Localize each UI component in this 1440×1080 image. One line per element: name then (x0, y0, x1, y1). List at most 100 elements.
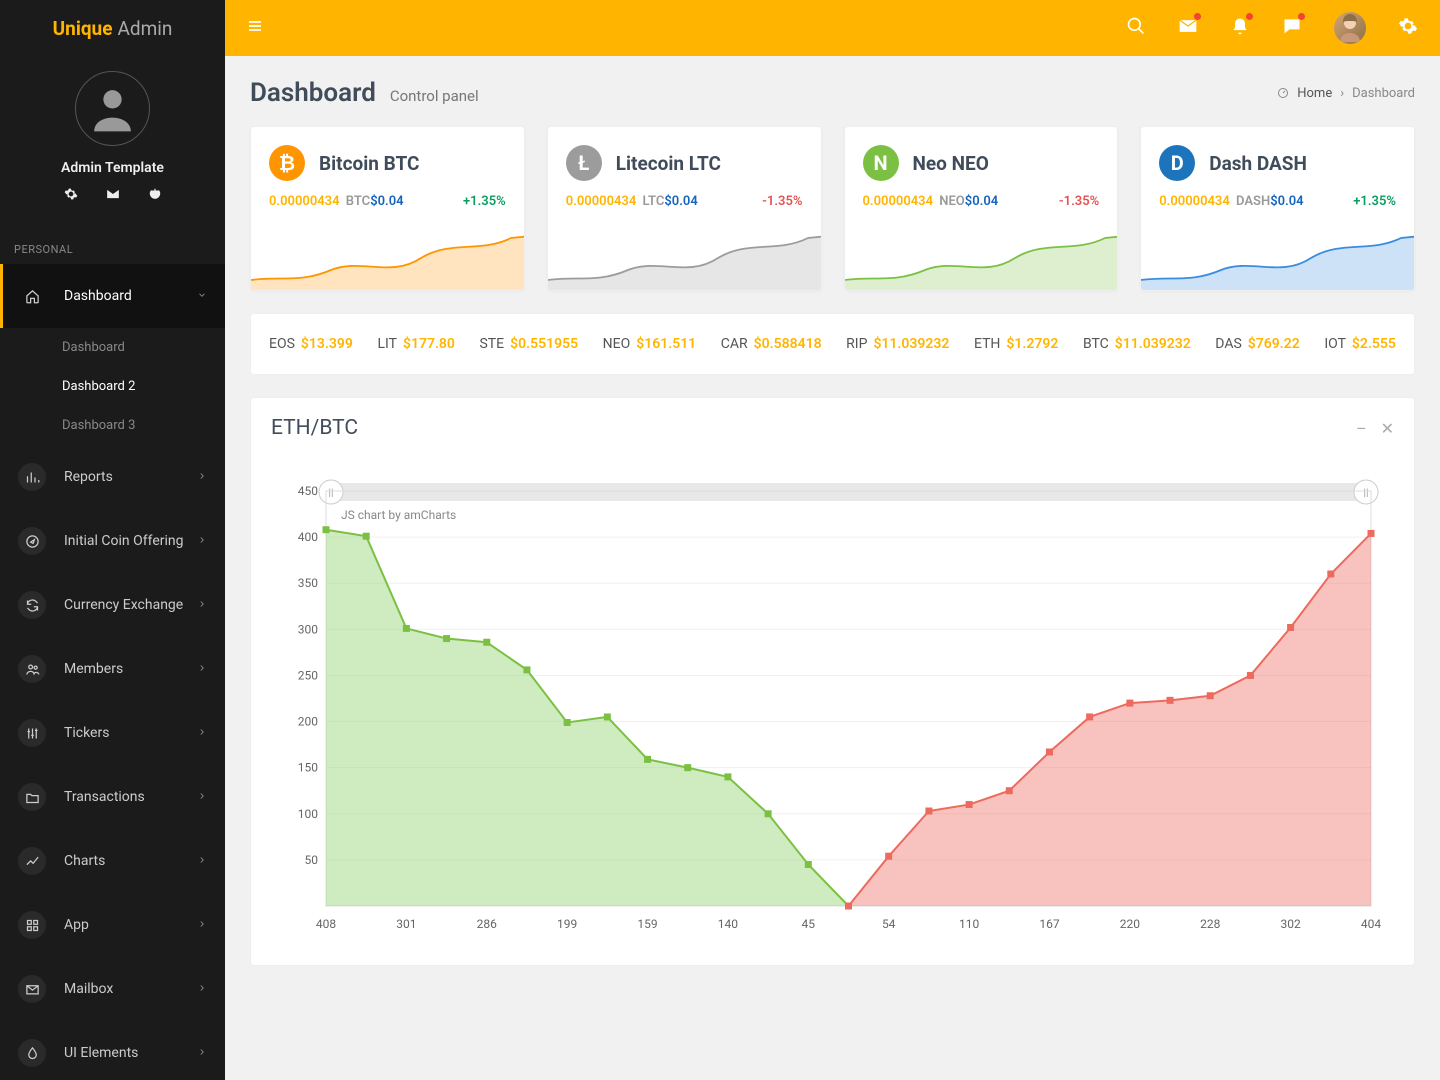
ticker-item[interactable]: EOS $13.399 (269, 336, 353, 352)
bell-icon[interactable] (1230, 16, 1250, 40)
coin-card[interactable]: ₿ Bitcoin BTC 0.00000434 BTC$0.04 +1.35% (250, 126, 525, 291)
y-tick-label: 450 (298, 484, 318, 498)
sidebar-item-label: Charts (64, 853, 105, 869)
page-subtitle: Control panel (390, 87, 479, 105)
mail-icon[interactable] (106, 186, 120, 205)
sidebar-item-app[interactable]: App (0, 893, 225, 957)
ticker-item[interactable]: ETH $1.2792 (974, 336, 1058, 352)
sidebar-item-ui-elements[interactable]: UI Elements (0, 1021, 225, 1080)
chart-marker[interactable] (1368, 530, 1375, 537)
chart-marker[interactable] (1126, 700, 1133, 707)
coin-icon: D (1159, 145, 1195, 181)
chart-scrollbar[interactable] (326, 483, 1371, 501)
dashboard-icon (1277, 87, 1289, 99)
ticker-item[interactable]: IOT $2.555 (1324, 336, 1396, 352)
brand[interactable]: Unique Admin (0, 0, 225, 56)
chart-marker[interactable] (604, 713, 611, 720)
ticker-price: $2.555 (1352, 336, 1396, 352)
sidebar-item-members[interactable]: Members (0, 637, 225, 701)
coin-card[interactable]: D Dash DASH 0.00000434 DASH$0.04 +1.35% (1140, 126, 1415, 291)
eth-btc-chart[interactable]: ||||JS chart by amCharts5010015020025030… (271, 461, 1391, 951)
coin-card[interactable]: N Neo NEO 0.00000434 NEO$0.04 -1.35% (844, 126, 1119, 291)
chart-marker[interactable] (443, 635, 450, 642)
chart-marker[interactable] (805, 861, 812, 868)
chart-marker[interactable] (363, 533, 370, 540)
sidebar-item-tickers[interactable]: Tickers (0, 701, 225, 765)
close-icon[interactable]: ✕ (1381, 419, 1394, 438)
power-icon[interactable] (148, 186, 162, 205)
chart-marker[interactable] (925, 808, 932, 815)
ticker-symbol: CAR (721, 336, 748, 352)
sidebar-subitem-dashboard-3[interactable]: Dashboard 3 (0, 406, 225, 445)
chart-marker[interactable] (885, 853, 892, 860)
ticker-symbol: IOT (1324, 336, 1346, 352)
chart-marker[interactable] (523, 666, 530, 673)
breadcrumb-home[interactable]: Home (1297, 86, 1332, 101)
chart-marker[interactable] (684, 764, 691, 771)
chart-marker[interactable] (1086, 713, 1093, 720)
mail-icon[interactable] (1178, 16, 1198, 40)
chart-marker[interactable] (724, 773, 731, 780)
chart-marker[interactable] (323, 526, 330, 533)
sparkline-chart (251, 228, 525, 290)
y-tick-label: 150 (298, 761, 318, 775)
coin-cards-row: ₿ Bitcoin BTC 0.00000434 BTC$0.04 +1.35%… (225, 126, 1440, 291)
sidebar-item-exchange[interactable]: Currency Exchange (0, 573, 225, 637)
chart-area (326, 530, 849, 906)
sidebar-item-transactions[interactable]: Transactions (0, 765, 225, 829)
coin-card[interactable]: Ł Litecoin LTC 0.00000434 LTC$0.04 -1.35… (547, 126, 822, 291)
search-icon[interactable] (1126, 16, 1146, 40)
x-tick-label: 408 (316, 917, 336, 931)
x-tick-label: 404 (1361, 917, 1381, 931)
profile-avatar[interactable] (75, 71, 150, 146)
ticker-item[interactable]: STE $0.551955 (479, 336, 578, 352)
y-tick-label: 250 (298, 668, 318, 682)
ticker-price: $0.551955 (510, 336, 578, 352)
chart-marker[interactable] (1006, 787, 1013, 794)
chat-icon[interactable] (1282, 16, 1302, 40)
envelope-icon (18, 975, 46, 1003)
ticker-item[interactable]: BTC $11.039232 (1083, 336, 1191, 352)
sidebar-subitem-dashboard-2[interactable]: Dashboard 2 (0, 367, 225, 406)
sidebar-item-label: Transactions (64, 789, 145, 805)
coin-title: Neo NEO (913, 152, 989, 175)
chart-marker[interactable] (1046, 748, 1053, 755)
ticker-item[interactable]: LIT $177.80 (377, 336, 454, 352)
ticker-item[interactable]: RIP $11.039232 (846, 336, 949, 352)
y-tick-label: 50 (305, 853, 319, 867)
sparkline-chart (1141, 228, 1415, 290)
chart-marker[interactable] (644, 756, 651, 763)
chart-marker[interactable] (966, 801, 973, 808)
sidebar-item-ico[interactable]: Initial Coin Offering (0, 509, 225, 573)
chart-marker[interactable] (483, 639, 490, 646)
user-avatar[interactable] (1334, 12, 1366, 44)
sidebar-subitem-dashboard-1[interactable]: Dashboard (0, 328, 225, 367)
settings-icon[interactable] (64, 186, 78, 205)
chart-marker[interactable] (564, 719, 571, 726)
gear-icon[interactable] (1398, 16, 1418, 40)
chart-marker[interactable] (1287, 624, 1294, 631)
sidebar-item-dashboard[interactable]: Dashboard (0, 264, 225, 328)
chart-marker[interactable] (1207, 692, 1214, 699)
ticker-item[interactable]: NEO $161.511 (603, 336, 697, 352)
chart-marker[interactable] (1327, 571, 1334, 578)
ticker-item[interactable]: CAR $0.588418 (721, 336, 822, 352)
ticker-item[interactable]: DAS $769.22 (1215, 336, 1299, 352)
chart-marker[interactable] (845, 903, 852, 910)
sidebar-item-charts[interactable]: Charts (0, 829, 225, 893)
y-tick-label: 100 (298, 807, 318, 821)
x-tick-label: 140 (718, 917, 738, 931)
chart-marker[interactable] (403, 625, 410, 632)
sliders-icon (18, 719, 46, 747)
minimize-icon[interactable]: – (1356, 419, 1367, 438)
sidebar-item-reports[interactable]: Reports (0, 445, 225, 509)
chart-marker[interactable] (1247, 672, 1254, 679)
coin-amount: 0.00000434 (863, 194, 934, 209)
hamburger-icon[interactable] (247, 18, 263, 38)
chart-marker[interactable] (765, 810, 772, 817)
sidebar: Unique Admin Admin Template PERSONAL Das… (0, 0, 225, 1080)
users-icon (18, 655, 46, 683)
chart-marker[interactable] (1167, 697, 1174, 704)
notification-dot (1298, 13, 1305, 20)
sidebar-item-mailbox[interactable]: Mailbox (0, 957, 225, 1021)
